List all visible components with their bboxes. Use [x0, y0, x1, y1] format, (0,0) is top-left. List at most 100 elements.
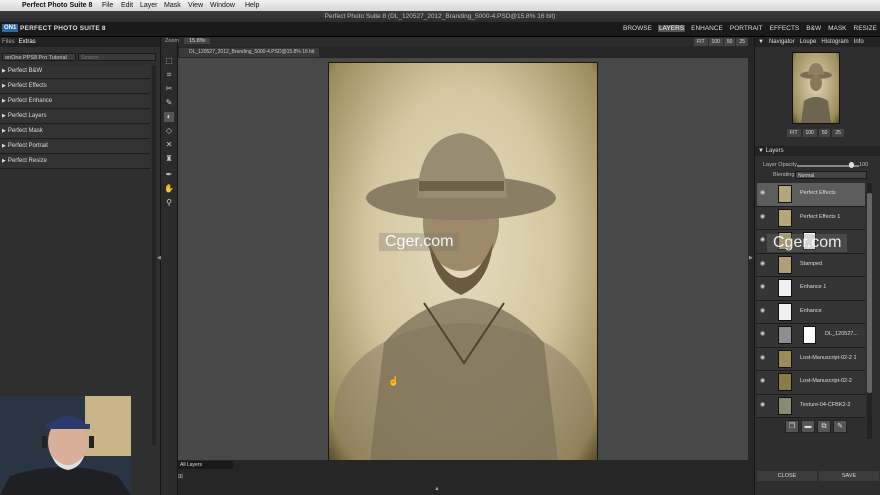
tab-loupe[interactable]: Loupe	[800, 37, 817, 47]
nav-25-button[interactable]: 25	[832, 129, 844, 137]
save-button[interactable]: SAVE	[819, 471, 879, 481]
tab-extras[interactable]: Extras	[19, 37, 36, 47]
eraser-tool-icon[interactable]: ◇	[164, 126, 174, 136]
zoom-tool-icon[interactable]: ⚲	[164, 198, 174, 208]
duplicate-layer-icon[interactable]: ⧉	[817, 420, 831, 433]
document-tab[interactable]: DL_120527_2012_Branding_5000-4.PSD@15.8%…	[179, 48, 319, 57]
left-scrollbar[interactable]	[152, 65, 156, 445]
brush-tool-icon[interactable]: ✎	[164, 98, 174, 108]
chevron-up-icon[interactable]: ▲	[434, 486, 440, 492]
hand-tool-icon[interactable]: ✋	[164, 184, 174, 194]
eye-icon[interactable]: ◉	[760, 190, 768, 196]
scrollbar-thumb[interactable]	[867, 193, 872, 393]
layer-name: Lost-Manuscript-02-2	[800, 378, 852, 384]
app-menu[interactable]: Perfect Photo Suite 8	[22, 2, 92, 9]
zoom-50-button[interactable]: 50	[723, 38, 736, 46]
nav-fit-button[interactable]: FIT	[787, 129, 801, 137]
eye-icon[interactable]: ◉	[760, 261, 768, 267]
eye-icon[interactable]: ◉	[760, 355, 768, 361]
blending-select[interactable]: Normal	[795, 171, 867, 179]
opacity-slider-knob[interactable]	[849, 162, 854, 168]
eye-icon[interactable]: ◉	[760, 331, 768, 337]
tab-files[interactable]: Files	[2, 37, 15, 47]
tab-histogram[interactable]: Histogram	[821, 37, 848, 47]
collapse-right-icon[interactable]: ▶	[749, 255, 753, 261]
add-icon[interactable]: ⊞	[178, 473, 183, 480]
module-mask[interactable]: MASK	[827, 25, 847, 32]
layers-scrollbar[interactable]	[867, 183, 872, 439]
navigator-zoom-buttons: FIT 100 50 25	[787, 129, 844, 137]
masking-brush-icon[interactable]: ◐	[164, 112, 174, 122]
crop-tool-icon[interactable]: ⌗	[164, 70, 174, 80]
menu-window[interactable]: Window	[210, 2, 235, 9]
folder-perfect-bw[interactable]: ▶ Perfect B&W	[0, 65, 150, 79]
module-resize[interactable]: RESIZE	[853, 25, 878, 32]
opacity-value[interactable]: 100	[859, 162, 868, 168]
module-effects[interactable]: EFFECTS	[769, 25, 801, 32]
fit-button[interactable]: FIT	[694, 38, 708, 46]
zoom-25-button[interactable]: 25	[736, 38, 748, 46]
eye-icon[interactable]: ◉	[760, 214, 768, 220]
marquee-tool-icon[interactable]: ⬚	[164, 56, 174, 66]
merge-layer-icon[interactable]: ▬	[801, 420, 815, 433]
watermark-text: Cger.com	[767, 234, 848, 252]
nav-50-button[interactable]: 50	[818, 129, 831, 137]
image-canvas[interactable]: Cger.com ☝	[178, 58, 748, 468]
nav-100-button[interactable]: 100	[802, 129, 817, 137]
triangle-down-icon[interactable]: ▼	[758, 37, 764, 47]
layer-row[interactable]: ◉ Texture-04-CFBK2-2	[757, 394, 865, 418]
layers-title: Layers	[765, 148, 784, 154]
layer-row[interactable]: ◉ Lost-Manuscript-02-2	[757, 371, 865, 395]
menu-help[interactable]: Help	[245, 2, 259, 9]
folder-perfect-enhance[interactable]: ▶ Perfect Enhance	[0, 95, 150, 109]
layer-row[interactable]: ◉ Perfect Effects	[757, 183, 865, 207]
collapse-left-icon[interactable]: ◀	[157, 255, 161, 261]
delete-layer-icon[interactable]: ✎	[833, 420, 847, 433]
menu-layer[interactable]: Layer	[140, 2, 158, 9]
close-icon[interactable]: ×	[203, 38, 206, 44]
new-layer-icon[interactable]: ❐	[785, 420, 799, 433]
module-enhance[interactable]: ENHANCE	[690, 25, 724, 32]
layer-row[interactable]: ◉ Enhance 1	[757, 277, 865, 301]
layer-row[interactable]: ◉ DL_120527...	[757, 324, 865, 348]
close-button[interactable]: CLOSE	[757, 471, 817, 481]
layer-row[interactable]: ◉ Lost-Manuscript-02-2 1	[757, 347, 865, 371]
folder-perfect-portrait[interactable]: ▶ Perfect Portrait	[0, 140, 150, 154]
menu-view[interactable]: View	[188, 2, 203, 9]
folder-perfect-mask[interactable]: ▶ Perfect Mask	[0, 125, 150, 139]
transform-tool-icon[interactable]: ✂	[164, 84, 174, 94]
triangle-right-icon: ▶	[2, 68, 6, 74]
tab-navigator[interactable]: Navigator	[769, 37, 795, 47]
layer-row[interactable]: ◉ Perfect Effects 1	[757, 206, 865, 230]
folder-perfect-layers[interactable]: ▶ Perfect Layers	[0, 110, 150, 124]
folder-perfect-resize[interactable]: ▶ Perfect Resize	[0, 155, 150, 169]
eye-icon[interactable]: ◉	[760, 284, 768, 290]
folder-label: Perfect Enhance	[7, 98, 53, 104]
module-browse[interactable]: BROWSE	[622, 25, 653, 32]
watermark-text: Cger.com	[379, 233, 460, 251]
eye-icon[interactable]: ◉	[760, 308, 768, 314]
menu-file[interactable]: File	[102, 2, 113, 9]
layers-header[interactable]: ▼ Layers	[755, 146, 880, 156]
tab-info[interactable]: Info	[854, 37, 864, 47]
menu-mask[interactable]: Mask	[164, 2, 181, 9]
library-select[interactable]: onOne PPS8 Pro Tutorial	[2, 53, 76, 61]
folder-perfect-effects[interactable]: ▶ Perfect Effects	[0, 80, 150, 94]
menu-edit[interactable]: Edit	[121, 2, 133, 9]
zoom-100-button[interactable]: 100	[708, 38, 723, 46]
module-layers[interactable]: LAYERS	[657, 25, 686, 32]
navigator-thumbnail[interactable]	[792, 52, 840, 124]
search-input[interactable]: Search	[78, 53, 156, 61]
triangle-right-icon: ▶	[2, 113, 6, 119]
eye-icon[interactable]: ◉	[760, 378, 768, 384]
module-portrait[interactable]: PORTRAIT	[729, 25, 764, 32]
layer-row[interactable]: ◉ Stamped	[757, 253, 865, 277]
retouch-tool-icon[interactable]: ✕	[164, 140, 174, 150]
eye-icon[interactable]: ◉	[760, 402, 768, 408]
module-bw[interactable]: B&W	[805, 25, 822, 32]
layer-list: ◉ Perfect Effects ◉ Perfect Effects 1 ◉ …	[757, 183, 865, 418]
layer-filter-select[interactable]: All Layers	[178, 461, 233, 469]
stamp-tool-icon[interactable]: ♜	[164, 154, 174, 164]
eyedropper-tool-icon[interactable]: ✒	[164, 170, 174, 180]
layer-row[interactable]: ◉ Enhance	[757, 300, 865, 324]
